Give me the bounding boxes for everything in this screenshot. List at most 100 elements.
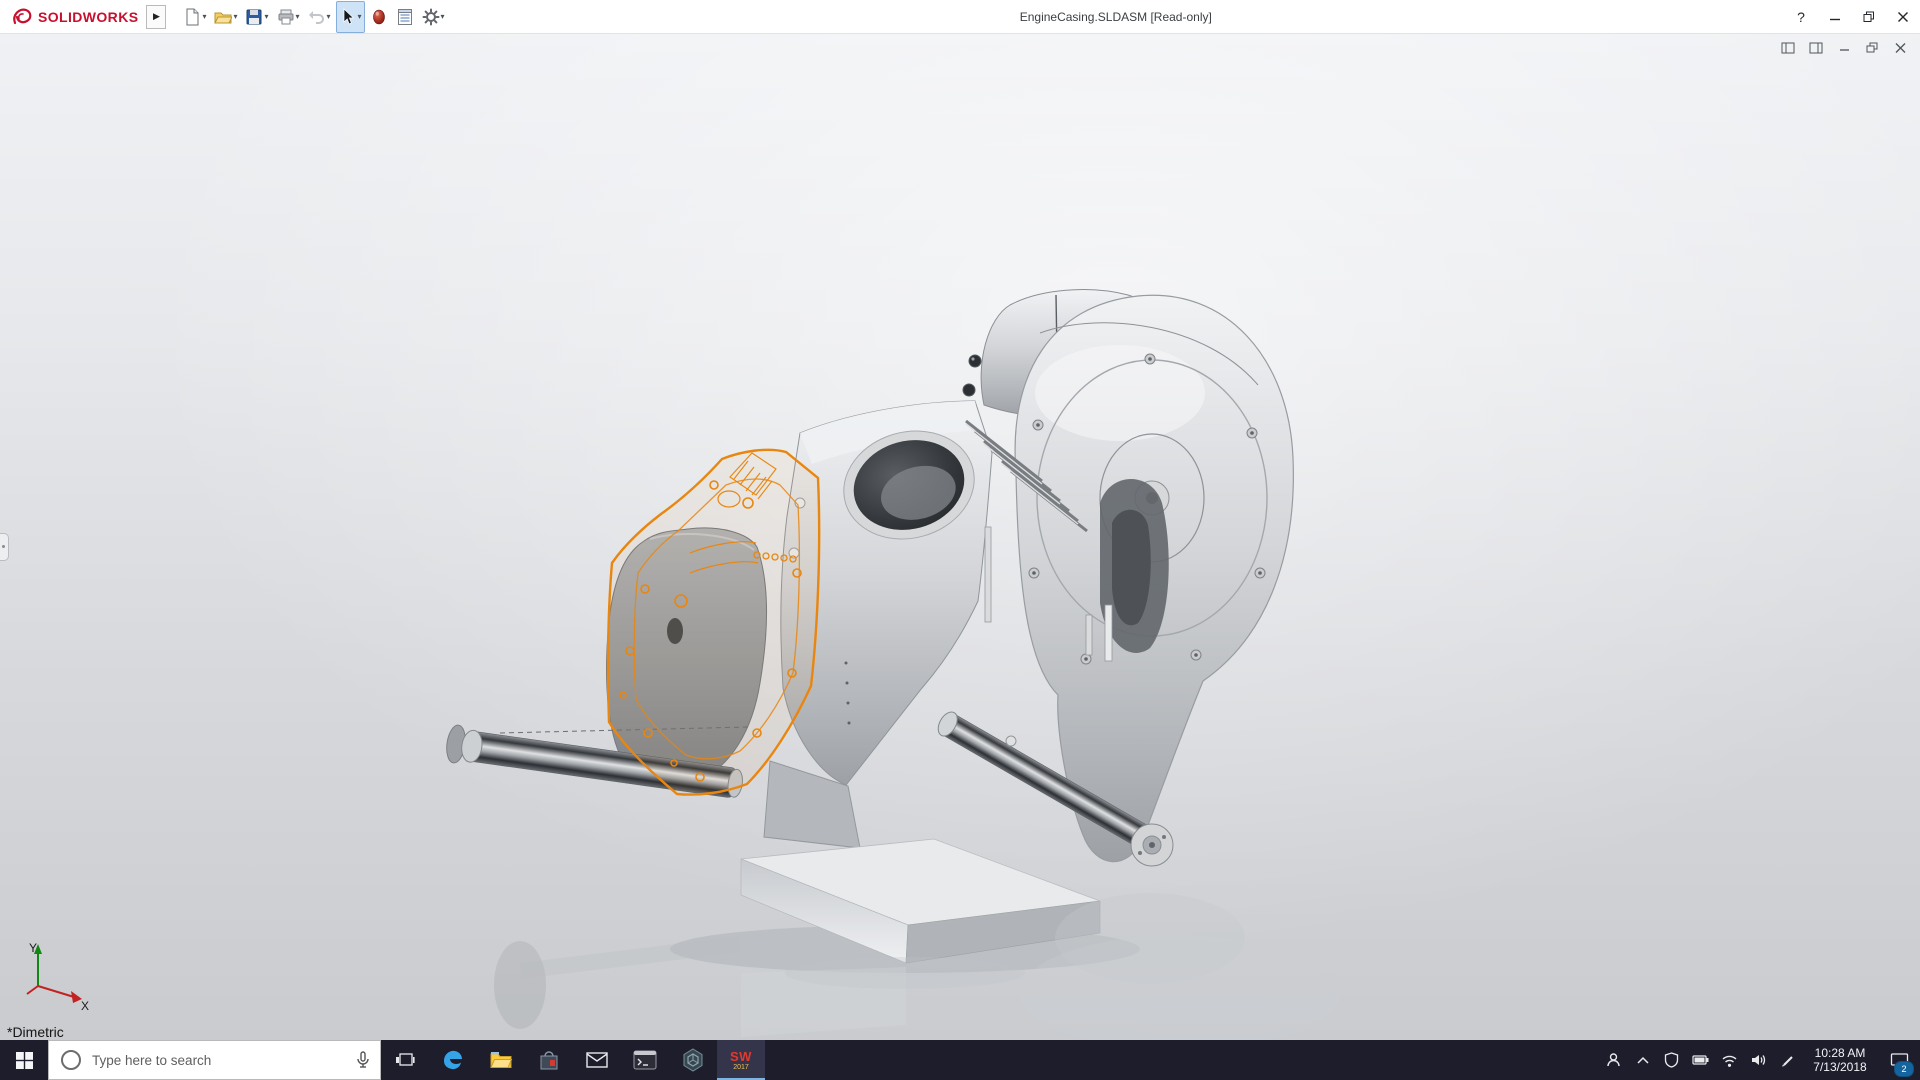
task-pane-handle[interactable] [0, 533, 9, 561]
task-view-button[interactable] [381, 1040, 429, 1080]
pen-button[interactable] [1773, 1040, 1802, 1080]
minimize-button[interactable] [1818, 0, 1852, 33]
print-icon [277, 8, 295, 26]
save-floppy-icon [245, 8, 263, 26]
mail-icon [585, 1050, 609, 1070]
open-dropdown-caret[interactable]: ▾ [233, 12, 237, 21]
clock-date: 7/13/2018 [1802, 1060, 1878, 1074]
window-controls: ? [1784, 0, 1920, 33]
people-icon [1605, 1052, 1622, 1068]
file-properties-icon [396, 8, 414, 26]
solidworks-brand: SOLIDWORKS [0, 6, 138, 28]
chevron-up-icon [1636, 1055, 1650, 1065]
graphics-area[interactable]: Y X *Dimetric [0, 33, 1920, 1040]
menu-flyout-arrow[interactable]: ▶ [146, 5, 166, 29]
select-dropdown-caret[interactable]: ▾ [358, 12, 362, 21]
save-button[interactable]: ▾ [242, 1, 271, 33]
battery-button[interactable] [1686, 1040, 1715, 1080]
volume-button[interactable] [1744, 1040, 1773, 1080]
print-button[interactable]: ▾ [274, 1, 303, 33]
taskbar-app-edge[interactable] [429, 1040, 477, 1080]
microphone-icon[interactable] [356, 1051, 370, 1069]
appearance-button[interactable] [367, 1, 391, 33]
view-orientation-label: *Dimetric [7, 1024, 64, 1040]
taskbar-app-file-explorer[interactable] [477, 1040, 525, 1080]
doc-close-button[interactable] [1890, 39, 1910, 57]
windows-logo-icon [16, 1052, 33, 1069]
clock-time: 10:28 AM [1802, 1046, 1878, 1060]
taskbar-search[interactable] [48, 1040, 381, 1080]
y-axis-label: Y [29, 941, 37, 955]
doc-restore-icon [1866, 42, 1879, 54]
terminal-icon [633, 1049, 657, 1071]
appearance-sphere-icon [370, 8, 388, 26]
shield-icon [1664, 1052, 1679, 1068]
x-axis-label: X [81, 999, 89, 1012]
taskbar-app-mail[interactable] [573, 1040, 621, 1080]
network-button[interactable] [1715, 1040, 1744, 1080]
pane-right-button[interactable] [1806, 39, 1826, 57]
start-button[interactable] [0, 1040, 48, 1080]
hexagon-app-icon [681, 1048, 705, 1072]
task-view-icon [395, 1051, 415, 1069]
print-dropdown-caret[interactable]: ▾ [296, 12, 300, 21]
brand-text: SOLIDWORKS [38, 9, 138, 25]
taskbar-app-hexagon[interactable] [669, 1040, 717, 1080]
options-gear-icon [422, 8, 440, 26]
pane-left-icon [1781, 42, 1795, 54]
close-icon [1897, 11, 1909, 23]
selected-component-highlight[interactable] [608, 450, 819, 795]
titlebar: SOLIDWORKS ▶ ▾ ▾ ▾ [0, 0, 1920, 34]
security-button[interactable] [1657, 1040, 1686, 1080]
pane-right-icon [1809, 42, 1823, 54]
taskbar-app-solidworks[interactable]: SW 2017 [717, 1040, 765, 1080]
open-button[interactable]: ▾ [211, 1, 240, 33]
taskbar-app-store[interactable] [525, 1040, 573, 1080]
store-icon [538, 1048, 560, 1072]
document-window-controls [1778, 39, 1910, 57]
doc-close-icon [1894, 42, 1907, 54]
taskbar-app-terminal[interactable] [621, 1040, 669, 1080]
document-title: EngineCasing.SLDASM [Read-only] [448, 10, 1784, 24]
minimize-icon [1829, 11, 1841, 23]
search-input[interactable] [90, 1052, 346, 1069]
edge-icon [441, 1048, 465, 1072]
select-button[interactable]: ▾ [336, 1, 365, 33]
battery-icon [1692, 1052, 1710, 1068]
solidworks-logo-icon [10, 6, 34, 28]
new-document-icon [183, 8, 201, 26]
restore-button[interactable] [1852, 0, 1886, 33]
options-dropdown-caret[interactable]: ▾ [441, 12, 445, 21]
save-dropdown-caret[interactable]: ▾ [264, 12, 268, 21]
show-hidden-icons-button[interactable] [1628, 1040, 1657, 1080]
pen-icon [1780, 1053, 1795, 1068]
action-center-button[interactable]: 2 [1878, 1040, 1920, 1080]
doc-minimize-button[interactable] [1834, 39, 1854, 57]
new-dropdown-caret[interactable]: ▾ [202, 12, 206, 21]
open-folder-icon [214, 8, 232, 26]
help-button[interactable]: ? [1784, 0, 1818, 33]
people-button[interactable] [1599, 1040, 1628, 1080]
file-properties-button[interactable] [393, 1, 417, 33]
notification-badge: 2 [1894, 1061, 1914, 1077]
doc-restore-button[interactable] [1862, 39, 1882, 57]
system-tray: 10:28 AM 7/13/2018 2 [1599, 1040, 1920, 1080]
file-explorer-icon [489, 1048, 513, 1072]
solidworks-app-icon: SW 2017 [730, 1050, 752, 1071]
close-button[interactable] [1886, 0, 1920, 33]
reference-triad[interactable]: Y X [24, 940, 94, 1012]
cortana-icon [61, 1050, 81, 1070]
z-axis-arrow [27, 986, 38, 994]
select-cursor-icon [339, 8, 357, 26]
taskbar-clock[interactable]: 10:28 AM 7/13/2018 [1802, 1046, 1878, 1074]
undo-button[interactable]: ▾ [305, 1, 334, 33]
wifi-icon [1721, 1053, 1738, 1068]
undo-dropdown-caret[interactable]: ▾ [327, 12, 331, 21]
volume-icon [1750, 1052, 1767, 1068]
undo-icon [308, 8, 326, 26]
pane-left-button[interactable] [1778, 39, 1798, 57]
options-button[interactable]: ▾ [419, 1, 448, 33]
new-document-button[interactable]: ▾ [180, 1, 209, 33]
engine-casing-model[interactable] [0, 33, 1920, 1040]
restore-icon [1863, 11, 1875, 23]
